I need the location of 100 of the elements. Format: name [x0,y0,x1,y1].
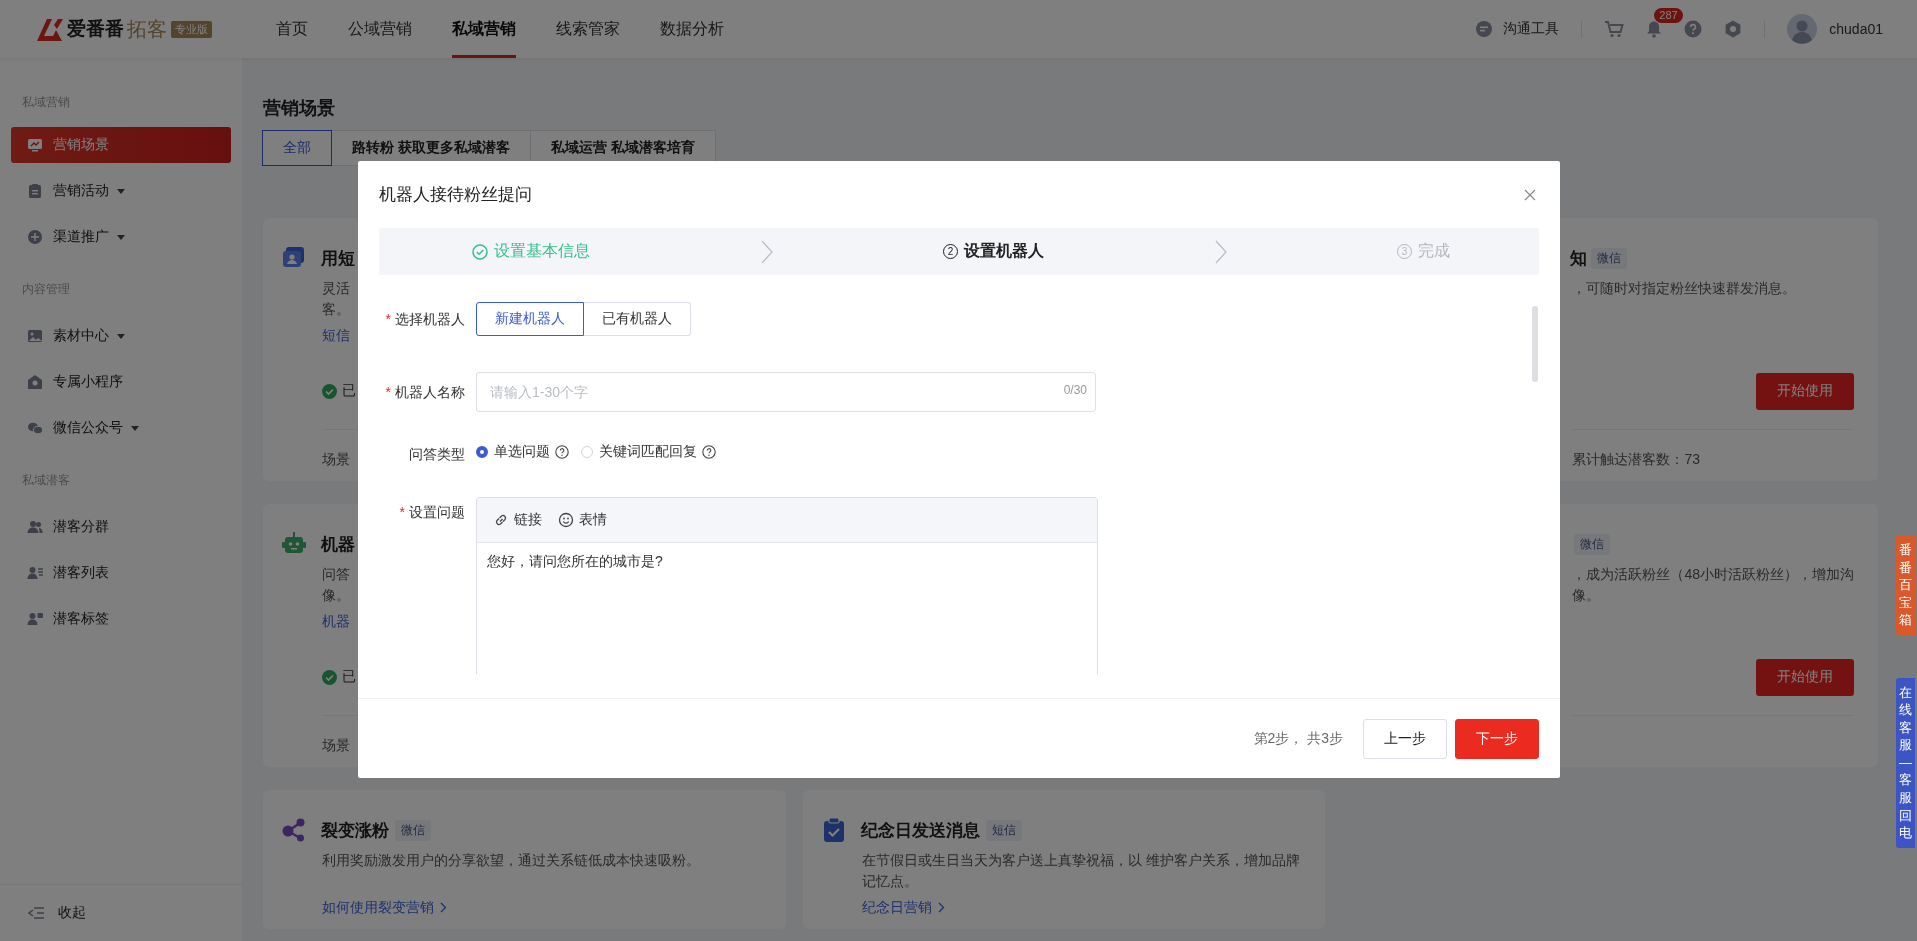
required-mark: * [399,504,405,520]
card-footer-text: 场景 [322,450,350,469]
step-label: 完成 [1418,241,1450,261]
back-button[interactable]: 上一步 [1363,718,1447,759]
username[interactable]: chuda01 [1829,21,1883,37]
nav-tab[interactable]: 私域营销 [452,0,516,58]
next-button[interactable]: 下一步 [1455,718,1539,759]
card-title: 裂变涨粉 [321,819,389,842]
field-label: 问答类型 [409,446,465,462]
chat-tools-button[interactable]: 沟通工具 [1475,20,1560,38]
radio-label[interactable]: 单选问题 [494,443,550,461]
chevron-right-icon [440,902,447,913]
bell-icon[interactable] [1646,20,1663,38]
sidebar-item[interactable]: 营销活动 [11,173,231,209]
card-title: 知 [1570,247,1588,270]
collapse-button[interactable]: 收起 [0,884,242,941]
step-count-text: 第2步， 共3步 [1253,729,1343,748]
guide-link[interactable]: 如何使用裂变营销 [322,897,447,918]
person-card-icon [282,246,306,270]
card-description: 利用奖励激发用户的分享欲望，通过关系链低成本快速吸粉。 [322,851,701,870]
nav-tab[interactable]: 线索管家 [556,0,620,58]
help-icon[interactable] [555,445,569,459]
sidebar-item[interactable]: 微信公众号 [11,410,231,446]
char-counter: 0/30 [1063,383,1087,397]
channel-tag: 微信 [1574,533,1611,555]
sidebar-item[interactable]: 潜客分群 [11,509,231,545]
chevron-right-icon [937,902,945,913]
house-icon [27,374,43,390]
editor-tool-button[interactable]: 表情 [558,511,607,529]
channel-tag: 短信 [985,819,1022,841]
sidebar-item[interactable]: 渠道推广 [11,219,231,255]
radio-button[interactable] [476,446,488,458]
smiley-icon [558,512,574,528]
sidebar-item[interactable]: 素材中心 [11,318,231,354]
field-label: 选择机器人 [395,311,465,327]
required-mark: * [385,311,391,327]
notification-badge: 287 [1654,8,1683,23]
side-float-tab[interactable]: 番番百宝箱 [1896,535,1915,635]
start-button[interactable]: 开始使用 [1756,372,1854,410]
dialog-title: 机器人接待粉丝提问 [379,184,532,206]
segment-button[interactable]: 新建机器人 [476,302,584,336]
product-name: 拓客 [127,16,167,42]
channel-tag: 微信 [1591,247,1628,269]
card-title: 机器 [321,533,355,556]
card-title: 纪念日发送消息 [860,819,980,842]
card-description: ，可随时对指定粉丝快速群发消息。 [1572,279,1797,298]
field-label: 设置问题 [409,504,465,520]
settings-icon[interactable] [1724,20,1743,38]
card-description: ，成为活跃粉丝（48小时活跃粉丝），增加沟 像。 [1572,565,1854,605]
page-title: 营销场景 [263,97,336,120]
check-circle-icon [322,669,337,685]
scrollbar-thumb[interactable] [1532,306,1538,382]
nav-tab[interactable]: 公域营销 [348,0,412,58]
card-footer-text: 场景 [322,736,350,755]
share-nodes-icon [282,818,306,842]
guide-link[interactable]: 纪念日营销 [861,897,945,918]
check-circle-icon [322,383,337,399]
sidebar-item[interactable]: 营销场景 [11,127,231,163]
question-field[interactable]: 您好，请问您所在的城市是? [477,543,1097,674]
chevron-right-icon [760,239,773,264]
sidebar-item[interactable]: 专属小程序 [11,364,231,400]
card-description: 在节假日或生日当天为客户送上真挚祝福，以 维护客户关系，增加品牌记忆点。 [861,851,1301,891]
help-icon[interactable] [702,445,716,459]
cart-icon[interactable] [1604,20,1625,38]
caret-icon [117,234,125,240]
edition-badge: 专业版 [171,20,212,38]
caret-icon [117,333,125,339]
nav-tab[interactable]: 数据分析 [660,0,724,58]
side-float-tab[interactable]: 在线客服—客服回电 [1896,677,1915,848]
filter-tab[interactable]: 全部 [262,130,332,166]
card-footer-text: 累计触达潜客数：73 [1572,450,1700,469]
sidebar-item[interactable]: 潜客标签 [11,601,231,637]
check-circle-icon [472,243,488,260]
caret-icon [117,188,125,194]
close-icon[interactable] [1524,188,1536,201]
robot-icon [282,532,306,556]
guide-link[interactable]: 短信 [322,325,350,346]
nav-tab[interactable]: 首页 [276,0,308,58]
chat-bubbles-icon [27,420,43,436]
segment-button[interactable]: 已有机器人 [584,302,691,336]
step-label: 设置基本信息 [494,241,590,261]
image-icon [27,328,43,344]
field-label: 机器人名称 [395,384,465,400]
required-mark: * [385,384,391,400]
logo-icon [35,16,65,42]
chat-bubble-icon [1475,20,1494,38]
clipboard-icon [27,183,43,199]
editor-tool-button[interactable]: 链接 [493,511,542,529]
collapse-icon [28,906,44,920]
radio-label[interactable]: 关键词匹配回复 [599,443,697,461]
card-description: 灵活 客。 [322,279,350,319]
brand-name: 爱番番 [67,17,124,41]
person-tag-icon [27,611,43,627]
guide-link[interactable]: 机器 [322,611,350,632]
avatar[interactable] [1787,14,1818,44]
people-icon [27,519,43,535]
start-button[interactable]: 开始使用 [1756,658,1854,696]
sidebar-item[interactable]: 潜客列表 [11,555,231,591]
clipboard-check-icon [821,818,846,842]
caret-icon [131,425,139,431]
